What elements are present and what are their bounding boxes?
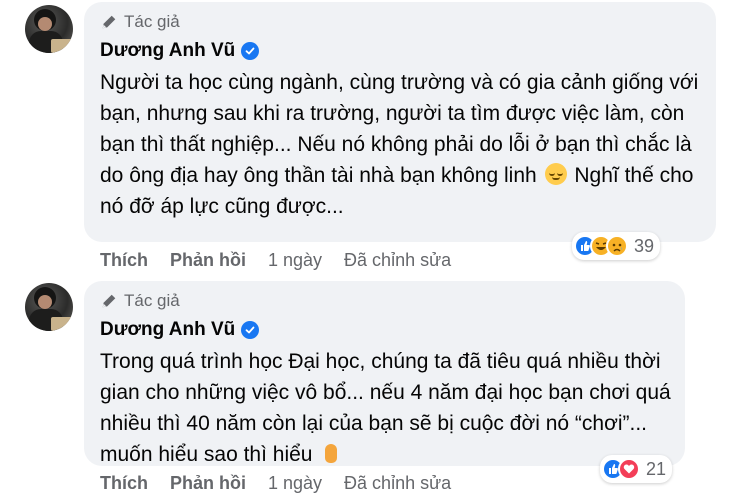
author-badge: Tác giả	[100, 10, 702, 34]
comment-actions: Thích Phản hồi 1 ngày Đã chỉnh sửa	[100, 248, 451, 272]
reactions-summary[interactable]: 39	[572, 232, 661, 260]
author-name[interactable]: Dương Anh Vũ	[100, 319, 235, 341]
comment-bubble: Tác giả Dương Anh Vũ Người ta học cùng n…	[84, 2, 716, 242]
avatar[interactable]	[25, 283, 73, 331]
comment-actions: Thích Phản hồi 1 ngày Đã chỉnh sửa	[100, 471, 451, 495]
pencil-icon	[102, 294, 116, 308]
verified-badge-icon	[241, 321, 260, 339]
reply-button[interactable]: Phản hồi	[170, 250, 246, 271]
like-button[interactable]: Thích	[100, 250, 148, 271]
love-reaction-icon	[618, 458, 640, 480]
comment-text: Trong quá trình học Đại học, chúng ta đã…	[100, 350, 671, 466]
edited-label: Đã chỉnh sửa	[344, 249, 452, 270]
timestamp[interactable]: 1 ngày	[268, 250, 322, 271]
author-badge: Tác giả	[100, 289, 671, 313]
reaction-count: 39	[634, 235, 655, 256]
sad-reaction-icon	[606, 235, 628, 257]
relieved-face-icon	[544, 163, 567, 185]
crossed-fingers-icon	[320, 442, 342, 464]
like-button[interactable]: Thích	[100, 473, 148, 494]
reply-button[interactable]: Phản hồi	[170, 473, 246, 494]
comment-text: Người ta học cùng ngành, cùng trường và …	[100, 71, 699, 218]
verified-badge-icon	[241, 42, 260, 60]
pencil-icon	[102, 15, 116, 29]
reactions-summary[interactable]: 21	[600, 455, 673, 483]
timestamp[interactable]: 1 ngày	[268, 473, 322, 494]
comment-bubble: Tác giả Dương Anh Vũ Trong quá trình học…	[84, 281, 685, 466]
edited-label: Đã chỉnh sửa	[344, 472, 452, 493]
author-name[interactable]: Dương Anh Vũ	[100, 40, 235, 62]
avatar[interactable]	[25, 5, 73, 53]
reaction-count: 21	[646, 458, 667, 479]
